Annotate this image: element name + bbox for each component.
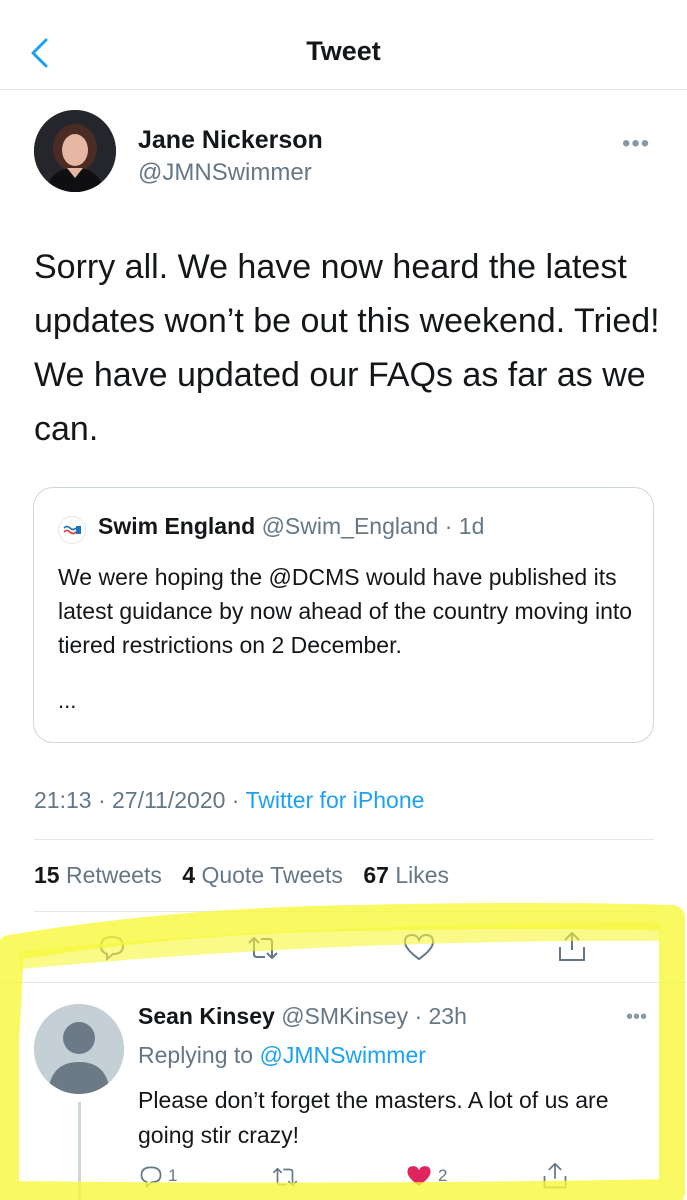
tweet-timestamp: 21:13 · 27/11/2020 · — [34, 787, 246, 813]
quoted-tweet-ellipsis: ... — [58, 688, 77, 713]
replying-to: Replying to @JMNSwimmer — [138, 1042, 426, 1068]
tweet-author: Jane Nickerson @JMNSwimmer ••• — [34, 110, 654, 205]
quoted-tweet-header: Swim England @Swim_England · 1d — [98, 513, 484, 540]
reply-author-name[interactable]: Sean Kinsey — [138, 1003, 275, 1029]
author-avatar[interactable] — [34, 110, 116, 192]
reply-icon[interactable] — [97, 932, 127, 962]
replying-to-mention[interactable]: @JMNSwimmer — [259, 1042, 425, 1068]
likes-stat[interactable]: 67 Likes — [363, 862, 449, 888]
more-options-icon[interactable]: ••• — [622, 130, 650, 158]
author-photo-icon — [34, 110, 116, 192]
reply-author-handle: @SMKinsey · 23h — [281, 1003, 467, 1029]
reply-reply-icon[interactable] — [138, 1163, 164, 1189]
share-icon[interactable] — [556, 930, 588, 964]
reply-reply-count: 1 — [168, 1166, 178, 1185]
quoted-tweet-text: We were hoping the @DCMS would have publ… — [58, 564, 633, 658]
nav-header: Tweet — [0, 0, 687, 90]
reply-more-options-icon[interactable]: ••• — [626, 1006, 647, 1029]
divider — [34, 911, 654, 912]
quote-tweets-stat[interactable]: 4 Quote Tweets — [182, 862, 343, 888]
thread-line — [78, 1102, 81, 1200]
author-handle[interactable]: @JMNSwimmer — [138, 159, 312, 187]
reply-share-icon[interactable] — [541, 1161, 569, 1191]
retweets-stat[interactable]: 15 Retweets — [34, 862, 162, 888]
reply-retweet-icon[interactable] — [270, 1165, 300, 1189]
page-title: Tweet — [306, 36, 381, 66]
reply-header: Sean Kinsey @SMKinsey · 23h — [138, 1003, 467, 1030]
swim-england-logo-icon — [58, 516, 86, 544]
reply-text: Please don’t forget the masters. A lot o… — [138, 1087, 609, 1148]
tweet-text: Sorry all. We have now heard the latest … — [34, 248, 660, 448]
author-name[interactable]: Jane Nickerson — [138, 126, 323, 155]
tweet-meta: 21:13 · 27/11/2020 · Twitter for iPhone — [34, 787, 424, 814]
reply-avatar[interactable] — [34, 1004, 124, 1094]
reply-like-count: 2 — [438, 1166, 448, 1185]
reply-liked-heart-icon[interactable] — [405, 1163, 433, 1189]
reply-tweet[interactable]: Sean Kinsey @SMKinsey · 23h ••• Replying… — [0, 990, 687, 1200]
retweet-icon[interactable] — [245, 934, 281, 962]
like-heart-icon[interactable] — [402, 932, 436, 962]
quoted-author-handle: @Swim_England · 1d — [261, 513, 485, 539]
divider — [0, 982, 687, 983]
default-profile-icon — [34, 1004, 124, 1094]
quoted-author-name: Swim England — [98, 513, 256, 539]
tweet-source-link[interactable]: Twitter for iPhone — [245, 787, 424, 813]
tweet-stats: 15 Retweets 4 Quote Tweets 67 Likes — [34, 862, 449, 889]
quoted-tweet[interactable]: Swim England @Swim_England · 1d We were … — [33, 487, 654, 743]
divider — [34, 839, 654, 840]
